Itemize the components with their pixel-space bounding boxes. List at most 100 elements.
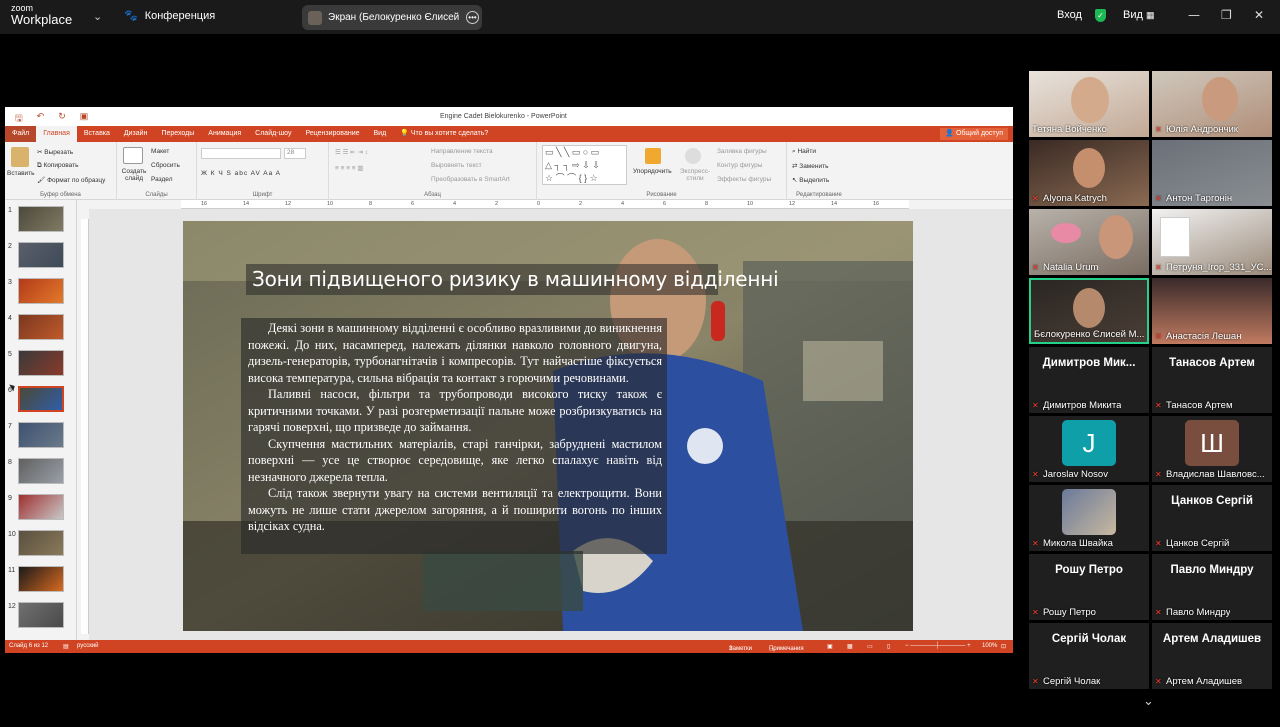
fit-slide-icon[interactable]: ⊡ — [1001, 643, 1006, 650]
font-name-input[interactable] — [201, 148, 281, 159]
tab-view[interactable]: Вид — [367, 126, 394, 142]
replace-button[interactable]: ⇄ Заменить — [792, 162, 828, 170]
language-indicator[interactable]: русский — [77, 643, 99, 649]
participant-tile[interactable]: Цанков Сергій ✕ Цанков Сергій — [1152, 485, 1272, 551]
spellcheck-icon[interactable]: ▤ — [63, 643, 69, 650]
tab-insert[interactable]: Вставка — [77, 126, 117, 142]
share-access-button[interactable]: 👤 Общий доступ — [940, 128, 1008, 140]
close-icon[interactable]: ✕ — [1254, 8, 1264, 22]
signin-button[interactable]: Вход — [1057, 9, 1082, 21]
reset-button[interactable]: Сбросить — [151, 162, 180, 169]
tab-review[interactable]: Рецензирование — [298, 126, 366, 142]
participant-tile[interactable]: Артем Аладишев ✕ Артем Аладишев — [1152, 623, 1272, 689]
more-options-icon[interactable]: ••• — [466, 11, 479, 24]
participant-tile[interactable]: Димитров Мик... ✕ Димитров Микита — [1029, 347, 1149, 413]
conference-button[interactable]: 🐾 Конференция — [124, 9, 215, 23]
zoom-level[interactable]: 100% — [982, 643, 997, 649]
tab-animations[interactable]: Анимация — [201, 126, 248, 142]
tab-home[interactable]: Главная — [36, 126, 77, 142]
undo-icon[interactable]: ↶ — [37, 111, 45, 127]
slide-thumb-11[interactable] — [18, 566, 64, 592]
reading-view-icon[interactable]: ▭ — [867, 643, 873, 650]
participant-tile[interactable]: ✕ Natalia Urum — [1029, 209, 1149, 275]
slideshow-icon[interactable]: ▣ — [80, 111, 89, 127]
tab-slideshow[interactable]: Слайд-шоу — [248, 126, 298, 142]
zoom-slider[interactable]: − ──────┼────── + — [905, 643, 971, 649]
participant-tile[interactable]: J ✕ Jaroslav Nosov — [1029, 416, 1149, 482]
screen-share-indicator[interactable]: Экран (Белокуренко Єлисей Ми ••• — [302, 5, 482, 30]
arrange-button[interactable]: Упорядочить — [633, 168, 672, 175]
paste-button[interactable]: Вставить — [7, 170, 35, 177]
text-direction-button[interactable]: Направление текста — [431, 148, 493, 155]
participant-tile[interactable]: ✕ Петруня_Ігор_331_УС... — [1152, 209, 1272, 275]
ruler-mark: 14 — [831, 201, 838, 207]
find-button[interactable]: ⌕ Найти — [792, 148, 816, 156]
font-size-input[interactable]: 28 — [284, 148, 306, 159]
zoom-workplace-logo[interactable]: zoom Workplace — [11, 4, 72, 27]
participant-tile[interactable]: ✕ Юлія Андрончик — [1152, 71, 1272, 137]
participant-tile[interactable]: ✕ Микола Швайка — [1029, 485, 1149, 551]
participant-tile[interactable]: Сергій Чолак ✕ Сергій Чолак — [1029, 623, 1149, 689]
slide-thumb-10[interactable] — [18, 530, 64, 556]
view-button[interactable]: Вид ▦ — [1123, 9, 1154, 21]
font-format-buttons[interactable]: Ж К Ч S abc AV Aa A — [201, 170, 281, 177]
list-buttons[interactable]: ☰ ☰ ⇤ ⇥ ↕ — [335, 148, 368, 156]
slide-thumb-7[interactable] — [18, 422, 64, 448]
new-slide-button[interactable]: Создать слайд — [120, 168, 148, 182]
paw-icon: 🐾 — [124, 10, 138, 22]
cut-button[interactable]: ✂ Вырезать — [37, 148, 73, 156]
shapes-gallery[interactable]: ▭ ╲ ╲ ▭ ○ ▭ △ ┐ ┐ ⇨ ⇩ ⇩ ☆ ⌒ ⌒ { } ☆ — [542, 145, 627, 185]
section-button[interactable]: Раздел — [151, 176, 172, 183]
tab-file[interactable]: Файл — [5, 126, 37, 142]
slide-thumb-5[interactable] — [18, 350, 64, 376]
normal-view-icon[interactable]: ▣ — [827, 643, 833, 650]
slide-body-text[interactable]: Деякі зони в машинному відділенні є особ… — [241, 318, 667, 554]
participant-tile[interactable]: Павло Миндру ✕ Павло Миндру — [1152, 554, 1272, 620]
slide-thumb-6[interactable] — [18, 386, 64, 412]
new-slide-icon[interactable] — [123, 147, 143, 164]
layout-button[interactable]: Макет — [151, 148, 169, 155]
shape-fill-button[interactable]: Заливка фигуры — [717, 148, 767, 155]
shield-icon[interactable]: ✓ — [1095, 9, 1106, 22]
shape-effects-button[interactable]: Эффекты фигуры — [717, 176, 771, 183]
gallery-next-page-icon[interactable]: ⌄ — [1143, 694, 1154, 709]
tell-me-search[interactable]: 💡 Что вы хотите сделать? — [393, 126, 495, 142]
quick-styles-button[interactable]: Экспресс-стили — [677, 168, 713, 182]
slideshow-view-icon[interactable]: ▯ — [887, 643, 890, 650]
minimize-icon[interactable]: — — [1188, 8, 1200, 22]
save-icon[interactable]: 🖫 — [15, 111, 23, 127]
sorter-view-icon[interactable]: ▦ — [847, 643, 853, 650]
current-slide[interactable]: Зони підвищеного ризику в машинному відд… — [183, 221, 913, 631]
participant-tile[interactable]: ✕ Антон Таргонін — [1152, 140, 1272, 206]
slide-thumb-8[interactable] — [18, 458, 64, 484]
align-text-button[interactable]: Выровнять текст — [431, 162, 482, 169]
redo-icon[interactable]: ↻ — [58, 111, 66, 127]
participant-tile-active-speaker[interactable]: Бєлокуренко Єлисей М... — [1029, 278, 1149, 344]
slide-thumb-2[interactable] — [18, 242, 64, 268]
slide-thumb-12[interactable] — [18, 602, 64, 628]
slide-title[interactable]: Зони підвищеного ризику в машинному відд… — [246, 264, 779, 295]
participant-tile[interactable]: Танасов Артем ✕ Танасов Артем — [1152, 347, 1272, 413]
shape-outline-button[interactable]: Контур фигуры — [717, 162, 762, 169]
tab-design[interactable]: Дизайн — [117, 126, 155, 142]
participant-tile[interactable]: Тетяна Войченко — [1029, 71, 1149, 137]
smartart-button[interactable]: Преобразовать в SmartArt — [431, 176, 510, 183]
paste-icon[interactable] — [11, 147, 29, 167]
tab-transitions[interactable]: Переходы — [154, 126, 201, 142]
align-buttons[interactable]: ≡ ≡ ≡ ≡ ▥ — [335, 164, 364, 172]
maximize-icon[interactable]: ❐ — [1221, 8, 1232, 22]
participant-tile[interactable]: Рошу Петро ✕ Рошу Петро — [1029, 554, 1149, 620]
chevron-down-icon[interactable]: ⌄ — [93, 10, 102, 23]
quick-styles-icon[interactable] — [685, 148, 701, 164]
format-painter-button[interactable]: 🖌 Формат по образцу — [37, 176, 105, 184]
participant-tile[interactable]: ✕ Анастасія Лешан — [1152, 278, 1272, 344]
slide-thumb-1[interactable] — [18, 206, 64, 232]
arrange-icon[interactable] — [645, 148, 661, 164]
participant-tile[interactable]: Ш ✕ Владислав Шавловс... — [1152, 416, 1272, 482]
slide-thumb-3[interactable] — [18, 278, 64, 304]
participant-tile[interactable]: ✕ Alyona Katrych — [1029, 140, 1149, 206]
copy-button[interactable]: ⧉ Копировать — [37, 162, 78, 170]
slide-thumb-4[interactable] — [18, 314, 64, 340]
select-button[interactable]: ↖ Выделить — [792, 176, 829, 184]
slide-thumb-9[interactable] — [18, 494, 64, 520]
